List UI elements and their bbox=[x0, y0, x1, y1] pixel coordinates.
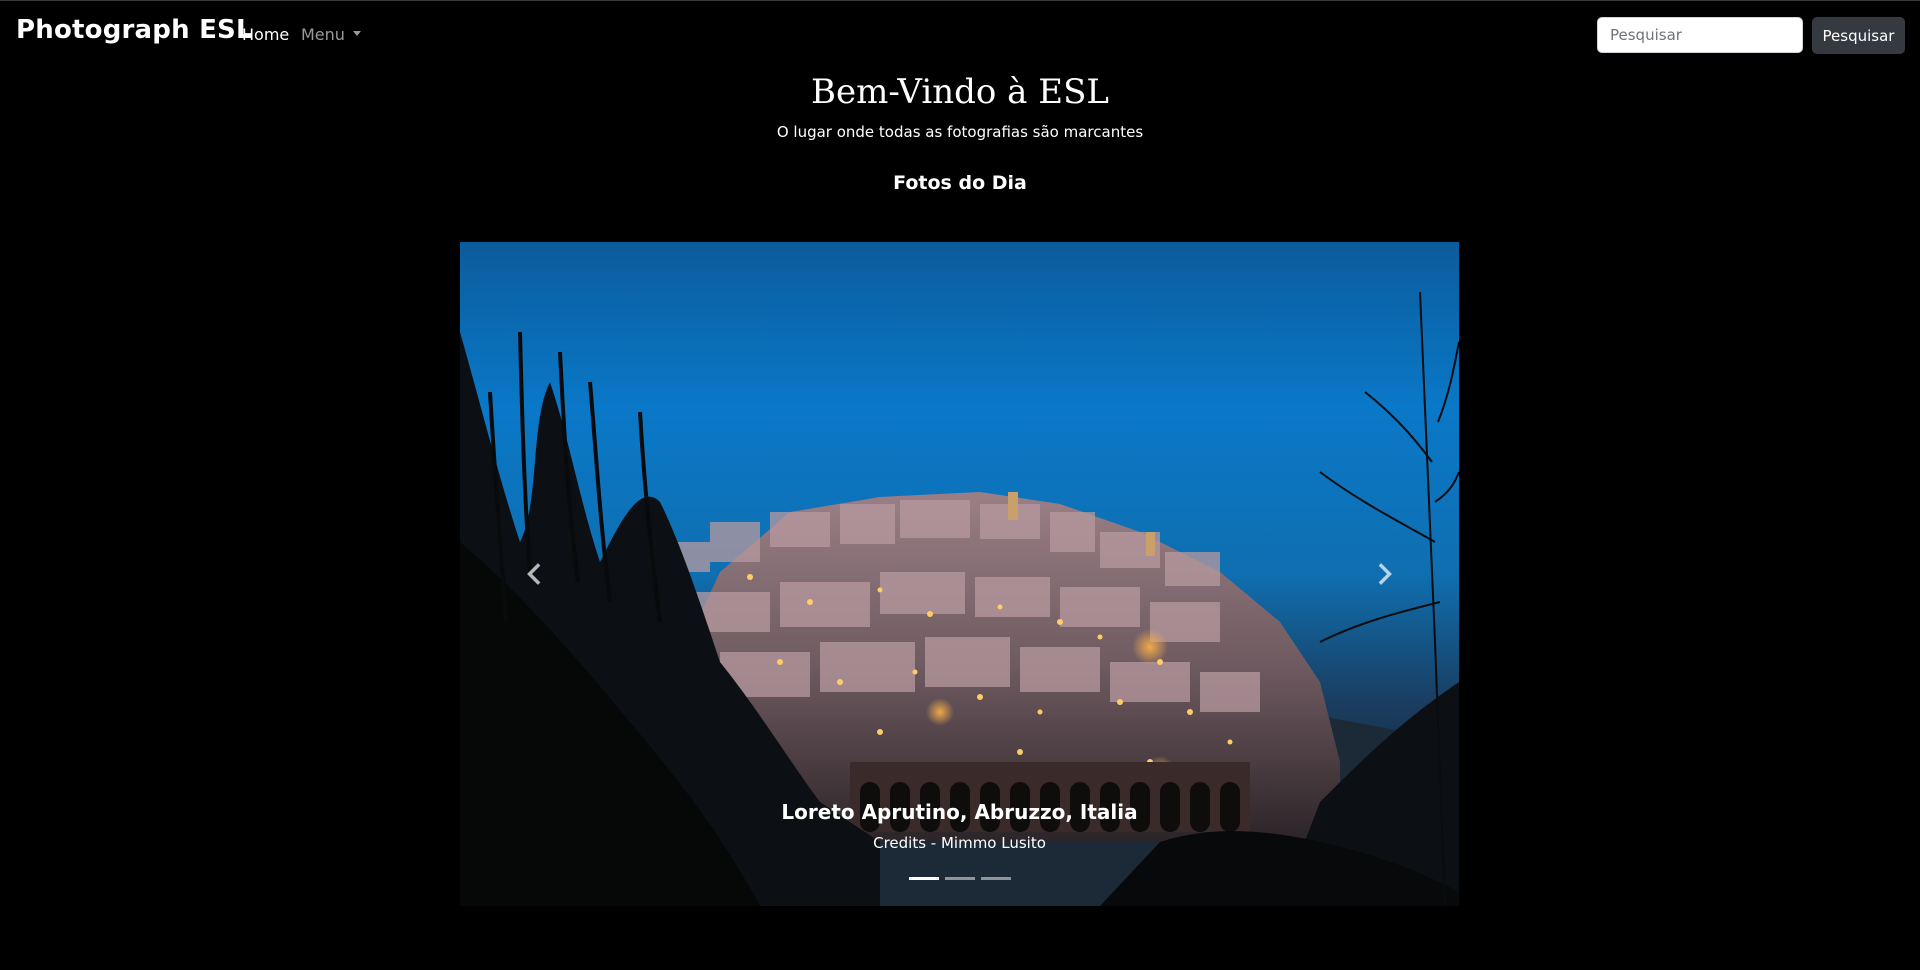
brand-logo[interactable]: Photograph ESL bbox=[16, 15, 253, 45]
nav-link-home[interactable]: Home bbox=[242, 25, 289, 44]
slide-caption-title: Loreto Aprutino, Abruzzo, Italia bbox=[781, 800, 1138, 824]
photo-carousel[interactable]: Loreto Aprutino, Abruzzo, Italia Credits… bbox=[460, 242, 1459, 906]
page-subtitle: O lugar onde todas as fotografias são ma… bbox=[776, 123, 1144, 141]
slide-caption: Loreto Aprutino, Abruzzo, Italia Credits… bbox=[460, 800, 1459, 852]
carousel-indicator[interactable] bbox=[980, 877, 1011, 880]
nav-dropdown-menu[interactable]: Menu bbox=[301, 25, 361, 44]
slide-caption-credit: Credits - Mimmo Lusito bbox=[873, 834, 1046, 852]
chevron-left-icon bbox=[527, 563, 541, 585]
section-title: Fotos do Dia bbox=[893, 172, 1027, 194]
page-title: Bem-Vindo à ESL bbox=[811, 72, 1109, 112]
search-input[interactable] bbox=[1597, 17, 1803, 53]
navbar: Photograph ESL Home Menu Pesquisar bbox=[0, 1, 1920, 69]
caret-down-icon bbox=[352, 31, 361, 36]
chevron-right-icon bbox=[1378, 563, 1392, 585]
carousel-indicator[interactable] bbox=[944, 877, 975, 880]
nav-menu-label: Menu bbox=[301, 25, 345, 44]
search-button[interactable]: Pesquisar bbox=[1812, 17, 1905, 54]
carousel-indicators bbox=[460, 877, 1459, 880]
carousel-indicator[interactable] bbox=[908, 877, 939, 880]
